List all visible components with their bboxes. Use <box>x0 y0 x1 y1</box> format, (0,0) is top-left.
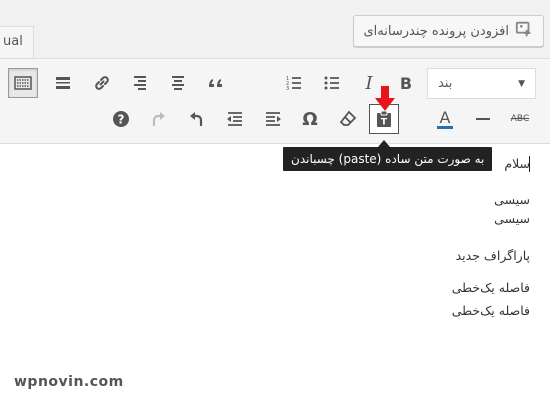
content-line: سیسی <box>494 192 530 207</box>
numbered-list-button[interactable]: 123 <box>279 68 309 98</box>
indent-button[interactable] <box>258 104 288 134</box>
content-line: فاصله یک‌خطی <box>451 280 530 295</box>
link-icon <box>95 76 109 90</box>
text-color-icon: A <box>439 107 451 127</box>
text-caret <box>529 156 530 172</box>
clear-formatting-icon <box>339 110 357 126</box>
redo-icon <box>152 112 165 126</box>
outdent-icon <box>227 112 242 126</box>
add-media-button[interactable]: افزودن پرونده چندرسانه‌ای <box>352 15 544 47</box>
align-center-button[interactable] <box>163 68 193 98</box>
svg-text:3: 3 <box>286 86 289 92</box>
content-line: سیسی <box>494 211 530 226</box>
bullet-list-icon <box>324 76 339 90</box>
align-center-icon <box>172 76 184 90</box>
align-right-button[interactable] <box>125 68 155 98</box>
special-character-button[interactable]: Ω <box>295 104 325 134</box>
watermark-logo: wpnovin.com <box>14 374 124 390</box>
horizontal-line-button[interactable] <box>48 68 78 98</box>
strikethrough-button[interactable]: ABC <box>505 104 535 134</box>
horizontal-rule-button[interactable] <box>468 104 498 134</box>
tab-visual[interactable]: ual <box>0 26 34 60</box>
content-line: فاصله یک‌خطی <box>451 303 530 318</box>
link-button[interactable] <box>87 68 117 98</box>
format-select-value: بند <box>438 76 453 91</box>
bold-icon: B <box>399 73 413 93</box>
strikethrough-icon: ABC <box>510 114 530 124</box>
text-color-swatch <box>437 125 453 129</box>
add-media-icon <box>515 20 533 42</box>
special-character-icon: Ω <box>302 108 318 130</box>
blockquote-icon <box>209 79 222 87</box>
paste-as-text-tooltip: به صورت متن ساده (paste) چسباندن <box>283 147 493 171</box>
chevron-down-icon: ▼ <box>518 78 525 89</box>
content-line: سلام <box>504 156 530 171</box>
content-line: پاراگراف جدید <box>455 248 530 263</box>
add-media-label: افزودن پرونده چندرسانه‌ای <box>363 23 510 39</box>
redo-button[interactable] <box>143 104 173 134</box>
format-select[interactable]: ▼ بند <box>427 68 536 99</box>
undo-button[interactable] <box>182 104 212 134</box>
bullet-list-button[interactable] <box>317 68 347 98</box>
italic-icon: I <box>365 72 373 94</box>
svg-text:?: ? <box>118 113 125 127</box>
paste-as-text-icon: T <box>377 110 391 128</box>
numbered-list-icon: 123 <box>286 76 301 92</box>
horizontal-line-icon <box>56 77 70 89</box>
svg-text:T: T <box>381 118 388 128</box>
tooltip-arrow <box>378 140 390 147</box>
indent-icon <box>266 112 281 126</box>
editor-toolbar: 123 I B ▼ بند ? Ω T ▼ A ABC <box>0 58 550 184</box>
editor-content-area[interactable]: سلام سیسی سیسی پاراگراف جدید فاصله یک‌خط… <box>0 144 550 400</box>
clear-formatting-button[interactable] <box>333 104 363 134</box>
undo-icon <box>190 112 203 126</box>
horizontal-rule-icon <box>476 118 490 120</box>
kitchen-sink-toggle-icon <box>14 76 32 90</box>
align-right-icon <box>134 76 146 90</box>
blockquote-button[interactable] <box>201 68 231 98</box>
help-icon: ? <box>113 111 129 127</box>
red-arrow-annotation <box>375 86 395 111</box>
text-color-button[interactable]: A <box>430 104 460 134</box>
outdent-button[interactable] <box>220 104 250 134</box>
kitchen-sink-toggle-button[interactable] <box>8 68 38 98</box>
help-button[interactable]: ? <box>106 104 136 134</box>
tab-visual-label: ual <box>3 34 23 49</box>
